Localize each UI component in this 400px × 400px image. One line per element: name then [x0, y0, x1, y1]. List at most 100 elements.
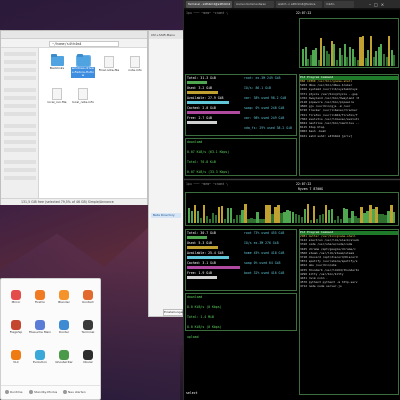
standby-button[interactable]: Standby-Modus [29, 390, 57, 395]
process-row[interactable]: 5264 dbus /usr/bin/dbus-broker [300, 84, 398, 88]
app-tile[interactable]: Blender [53, 289, 75, 311]
process-row[interactable]: 7302 evolutio /usr/libexec/evoluti [300, 118, 398, 122]
sidebar-item[interactable] [4, 148, 36, 152]
app-tile[interactable]: Evolution [29, 349, 51, 371]
process-row[interactable]: 1016 systemd /usr/lib/systemd/sys [300, 88, 398, 92]
process-row[interactable]: 3718 discord /opt/discord/Discord [300, 256, 398, 260]
terminal-tab[interactable]: Terminal - s4th4m4@s4th4m4 [186, 1, 232, 8]
process-row[interactable]: 3425 chrome /opt/google/chrome/c [300, 248, 398, 252]
terminal-tab-bar: Terminal - s4th4m4@s4th4m4 Ancien Kommen… [184, 0, 400, 9]
close-icon[interactable]: × [381, 2, 387, 7]
app-tile[interactable]: Ghostwriter [53, 349, 75, 371]
sidebar-item[interactable] [4, 124, 36, 128]
usage-meter [187, 111, 240, 114]
process-row[interactable]: 3874 spotify /usr/share/spotify/s [300, 260, 398, 264]
location-bar[interactable]: ~/home/s4th4m4 [49, 40, 119, 47]
usage-meter [187, 256, 229, 259]
process-row[interactable]: 4155 thunderb /usr/lib64/thunderbi [300, 269, 398, 273]
sidebar-item[interactable] [4, 176, 36, 180]
cpu-graph [302, 22, 396, 66]
file-name: local_run.file [47, 100, 67, 104]
process-row[interactable]: 7011 firefox /usr/lib64/firefox/f [300, 114, 398, 118]
app-label: Terminal [81, 331, 95, 334]
sidebar-item[interactable] [4, 132, 36, 136]
app-tile[interactable]: Firefox [29, 289, 51, 311]
mail-icon [35, 350, 45, 360]
app-label: Evolution [33, 361, 47, 364]
disk-line: var: 98% used 249 GiB [244, 116, 285, 120]
directory-link[interactable]: Beta Directory [151, 213, 181, 218]
sidebar-item[interactable] [4, 60, 36, 64]
process-row[interactable]: 4012 obs /usr/bin/obs [300, 264, 398, 268]
cpu-model-label: Ryzen 7 8700G [298, 187, 323, 191]
runtime-label: Runtime [10, 390, 23, 394]
process-row[interactable]: 2118 pipewire /usr/bin/pipewire [300, 101, 398, 105]
process-list[interactable]: 866 1936K /usr/bin/gnome-shell 5264 dbus … [300, 80, 398, 174]
sidebar-item[interactable] [4, 52, 36, 56]
pane-divider[interactable] [184, 179, 400, 180]
secondary-window-title[interactable]: Ctrl+Shift-Menu [149, 31, 183, 39]
process-row[interactable]: 8024 nautilus /usr/bin/nautilus -- [300, 122, 398, 126]
usage-meter [187, 236, 207, 239]
terminal-tab[interactable]: mkdir- [324, 1, 354, 8]
process-row[interactable]: 4712 node node server.js [300, 285, 398, 289]
process-row[interactable]: 9101 sshd sshd: s4th4m4 [priv] [300, 135, 398, 139]
terminal-tab[interactable]: watch -n s4th4m4@fedora- [276, 1, 322, 8]
folder-item[interactable]: Backlinks [45, 54, 69, 86]
app-tile[interactable]: Mirror [5, 289, 27, 311]
app-tile[interactable]: Kontact [77, 289, 99, 311]
maximize-icon[interactable]: □ [374, 2, 381, 7]
sidebar-item[interactable] [4, 112, 36, 116]
file-manager-titlebar[interactable] [1, 31, 147, 39]
sidebar-item[interactable] [4, 96, 36, 100]
process-row[interactable]: 3142 electron /usr/lib/slack/slack [300, 239, 398, 243]
terminal-tab[interactable]: Ancien Kommentaren [234, 1, 274, 8]
process-row[interactable]: 4570 python3 python3 -m http.serv [300, 281, 398, 285]
process-row[interactable]: 1702 Xwayland /usr/bin/Xwayland :0 [300, 97, 398, 101]
file-item[interactable]: Final-note-file [97, 56, 121, 86]
process-row[interactable]: 4431 nvim nvim . [300, 277, 398, 281]
runtime-button[interactable]: Runtime [5, 390, 23, 395]
app-label: Ghostwriter [55, 361, 73, 364]
file-icon [104, 56, 114, 68]
process-row[interactable]: 4560 gjs /usr/bin/gjs -m /usr [300, 105, 398, 109]
app-label: Kontact [82, 301, 94, 304]
process-row[interactable]: 8115 btop btop [300, 126, 398, 130]
process-row[interactable]: 3560 steam /usr/lib/steam/steam [300, 252, 398, 256]
memory-line: Used: 3.2 GiB [187, 86, 212, 90]
terminal-icon [83, 320, 93, 330]
restart-button[interactable]: Neu starten [63, 390, 86, 395]
sidebar-item[interactable] [4, 140, 36, 144]
process-row[interactable]: 6720 tracker /usr/libexec/tracker [300, 109, 398, 113]
network-line: upload [187, 335, 199, 339]
app-tile[interactable]: Flagship [5, 319, 27, 341]
sidebar-item[interactable] [4, 76, 36, 80]
secondary-window: Ctrl+Shift-Menu Beta Directory Einstellu… [148, 30, 184, 317]
folder-item[interactable]: windows-drivers-Fedora-Hutlow [71, 54, 95, 86]
sidebar-item[interactable] [4, 168, 36, 172]
app-tile[interactable]: Terminal [77, 319, 99, 341]
process-row[interactable]: 4290 kitty /usr/bin/kitty [300, 273, 398, 277]
sidebar-item[interactable] [4, 160, 36, 164]
okular-icon [83, 350, 93, 360]
file-item[interactable]: note.info [123, 56, 147, 86]
flag-icon [11, 320, 21, 330]
sidebar-item[interactable] [4, 104, 36, 108]
file-item[interactable]: local_note.info [71, 88, 95, 118]
settings-button[interactable]: Einstellungen [163, 309, 184, 316]
process-row[interactable]: 9002 bash -bash [300, 130, 398, 134]
process-row[interactable]: 3371 ptyxis /usr/bin/ptyxis --gap [300, 93, 398, 97]
app-tile[interactable]: Doxter [53, 319, 75, 341]
file-item[interactable]: local_run.file [45, 88, 69, 118]
process-row[interactable]: 2981 mutter /usr/bin/gnome-shell [300, 235, 398, 239]
sidebar-item[interactable] [4, 88, 36, 92]
app-tile[interactable]: Filesuche Maintenance [29, 319, 51, 341]
process-list[interactable]: 2981 mutter /usr/bin/gnome-shell 3142 ele… [300, 235, 398, 385]
process-row[interactable]: 866 1936K /usr/bin/gnome-shell [300, 80, 398, 84]
process-row[interactable]: 3310 code /usr/share/code/code [300, 243, 398, 247]
app-tile[interactable]: Okular [77, 349, 99, 371]
app-label: VLC [13, 361, 19, 364]
file-manager-window: ~/home/s4th4m4 Backlinks windows-drivers-… [0, 30, 148, 205]
app-tile[interactable]: VLC [5, 349, 27, 371]
sidebar-item[interactable] [4, 68, 36, 72]
